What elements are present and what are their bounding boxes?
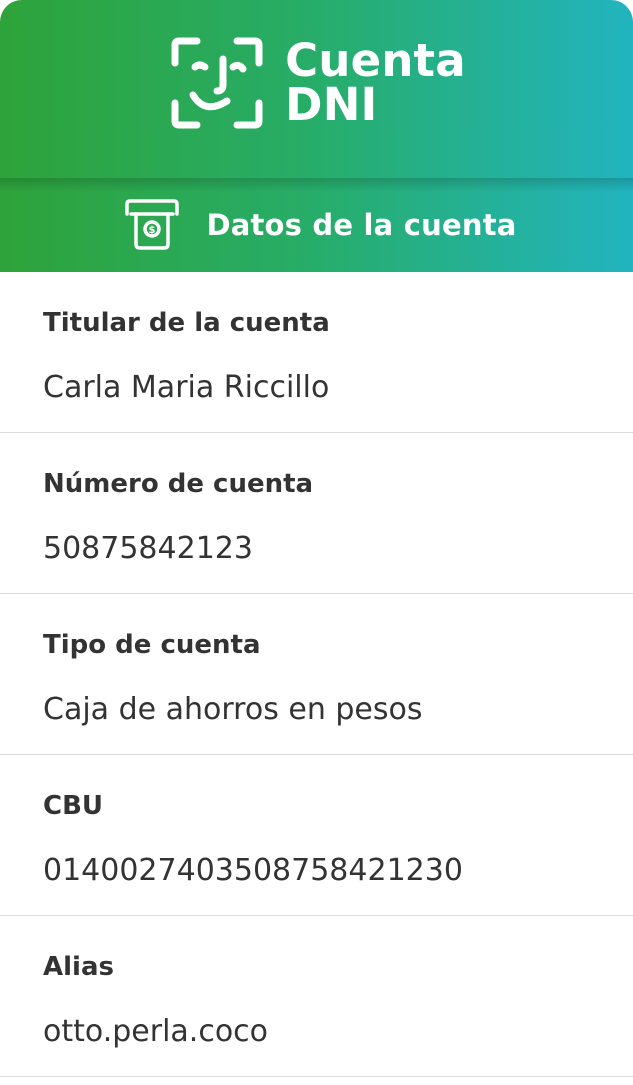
brand-text: Cuenta DNI bbox=[285, 34, 466, 131]
field-cbu: CBU 0140027403508758421230 bbox=[0, 755, 633, 916]
section-header: $ Datos de la cuenta bbox=[0, 178, 633, 272]
account-details-screen: Cuenta DNI $ Datos de la cuenta Titular … bbox=[0, 0, 633, 1085]
header: Cuenta DNI $ Datos de la cuenta bbox=[0, 0, 633, 272]
field-alias: Alias otto.perla.coco bbox=[0, 916, 633, 1077]
field-label: Titular de la cuenta bbox=[43, 308, 330, 338]
field-account-number: Número de cuenta 50875842123 bbox=[0, 433, 633, 594]
cuenta-dni-logo: Cuenta DNI bbox=[171, 37, 466, 129]
svg-text:$: $ bbox=[149, 225, 156, 236]
face-scan-icon bbox=[171, 37, 263, 129]
section-title: Datos de la cuenta bbox=[206, 208, 517, 242]
field-value[interactable]: Carla Maria Riccillo bbox=[43, 370, 329, 405]
account-fields: Titular de la cuenta Carla Maria Riccill… bbox=[0, 272, 633, 1077]
brand-line1: Cuenta bbox=[285, 34, 466, 87]
field-value[interactable]: Caja de ahorros en pesos bbox=[43, 692, 423, 727]
field-value[interactable]: 50875842123 bbox=[43, 531, 253, 566]
field-account-type: Tipo de cuenta Caja de ahorros en pesos bbox=[0, 594, 633, 755]
field-holder: Titular de la cuenta Carla Maria Riccill… bbox=[0, 272, 633, 433]
field-value[interactable]: 0140027403508758421230 bbox=[43, 853, 463, 888]
field-label: CBU bbox=[43, 791, 104, 821]
field-label: Número de cuenta bbox=[43, 469, 314, 499]
field-label: Tipo de cuenta bbox=[43, 630, 261, 660]
atm-cash-icon: $ bbox=[125, 199, 180, 250]
brand-line2: DNI bbox=[285, 78, 378, 131]
logo-area: Cuenta DNI bbox=[0, 0, 633, 192]
field-value[interactable]: otto.perla.coco bbox=[43, 1014, 268, 1049]
field-label: Alias bbox=[43, 952, 114, 982]
